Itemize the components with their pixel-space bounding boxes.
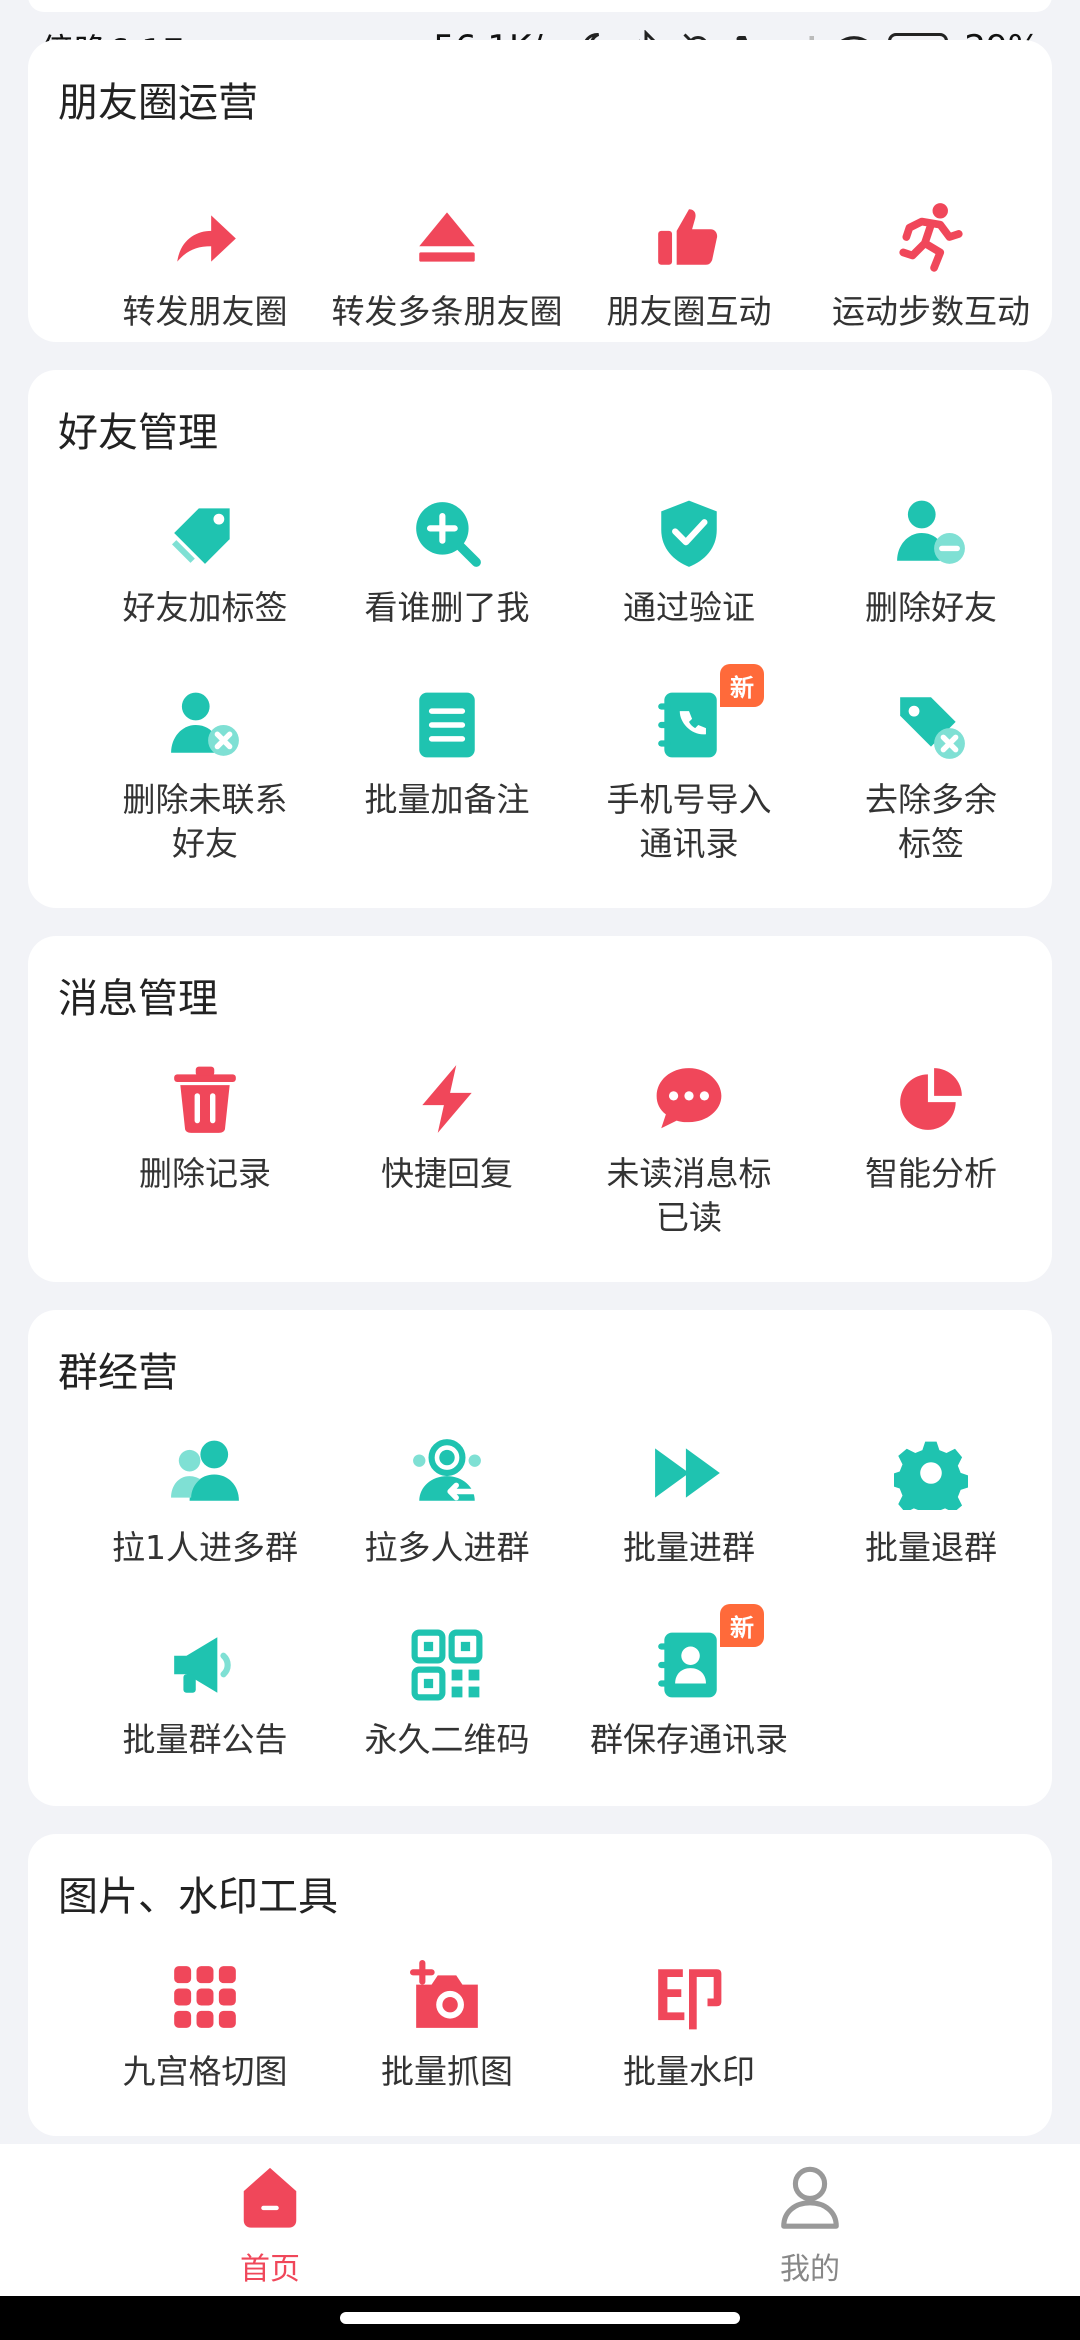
- contact-book-phone-icon: [658, 692, 717, 758]
- users-icon: [171, 1440, 239, 1501]
- tool-item[interactable]: 删除好友: [810, 496, 1052, 630]
- eject-icon: [419, 212, 475, 262]
- section-title: 朋友圈运营: [58, 80, 258, 126]
- tool-item[interactable]: 删除未联系 好友: [84, 688, 326, 866]
- previous-card: [28, 0, 1052, 12]
- zoom-plus-icon: [416, 502, 481, 567]
- section-messages: 消息管理 删除记录 快捷回复 未读消息标 已读 智能分析: [28, 936, 1052, 1282]
- tool-item[interactable]: 快捷回复: [326, 1062, 568, 1196]
- user-profile-icon: [781, 2166, 839, 2229]
- section-title: 群经营: [58, 1350, 178, 1396]
- tool-item[interactable]: 批量群公告: [84, 1628, 326, 1762]
- megaphone-icon: [174, 1637, 231, 1693]
- tool-item[interactable]: 批量进群: [568, 1436, 810, 1570]
- tool-item[interactable]: 智能分析: [810, 1062, 1052, 1196]
- running-icon: [899, 203, 963, 272]
- section-image-tools: 图片、水印工具 九宫格切图 批量抓图 批量水印: [28, 1834, 1052, 2136]
- section-title: 图片、水印工具: [58, 1874, 338, 1920]
- section-title: 好友管理: [58, 410, 218, 456]
- chat-bubble-icon: [656, 1068, 722, 1129]
- tool-item[interactable]: 删除记录: [84, 1062, 326, 1196]
- tool-item[interactable]: 运动步数互动: [810, 200, 1052, 334]
- user-group-arrow-icon: [413, 1439, 481, 1501]
- section-groups: 群经营 拉1人进多群 拉多人进群 批量进群 批量退群 批量群公告 永久二维码 新…: [28, 1310, 1052, 1806]
- tool-item[interactable]: 朋友圈互动: [568, 200, 810, 334]
- seal-icon: [658, 1969, 722, 2030]
- tool-item[interactable]: 九宫格切图: [84, 1960, 326, 2094]
- shield-check-icon: [661, 500, 717, 567]
- tool-item[interactable]: 未读消息标 已读: [568, 1062, 810, 1240]
- pie-chart-icon: [900, 1068, 962, 1130]
- section-friends: 好友管理 好友加标签 看谁删了我 通过验证 删除好友 删除未联系 好友 批量加备…: [28, 370, 1052, 908]
- tool-item[interactable]: 批量退群: [810, 1436, 1052, 1570]
- tool-item[interactable]: 拉1人进多群: [84, 1436, 326, 1570]
- user-x-icon: [171, 692, 239, 756]
- share-arrow-icon: [177, 215, 236, 262]
- tag-icon: [171, 508, 230, 564]
- tool-item[interactable]: 好友加标签: [84, 496, 326, 630]
- tool-item[interactable]: 批量水印: [568, 1960, 810, 2094]
- tool-item[interactable]: 转发多条朋友圈: [326, 200, 568, 334]
- tool-item[interactable]: 通过验证: [568, 496, 810, 630]
- home-icon: [243, 2167, 297, 2228]
- tool-item[interactable]: 拉多人进群: [326, 1436, 568, 1570]
- home-indicator[interactable]: [340, 2312, 740, 2324]
- lightning-icon: [422, 1065, 472, 1133]
- new-badge: 新: [720, 1604, 764, 1647]
- user-minus-icon: [897, 500, 965, 564]
- tool-item[interactable]: 永久二维码: [326, 1628, 568, 1762]
- contact-book-user-icon: [658, 1632, 717, 1698]
- qr-code-icon: [411, 1629, 483, 1701]
- tool-item[interactable]: 批量加备注: [326, 688, 568, 822]
- tool-item[interactable]: 转发朋友圈: [84, 200, 326, 334]
- tool-item[interactable]: 看谁删了我: [326, 496, 568, 630]
- fast-forward-icon: [655, 1448, 720, 1498]
- system-nav-bar: [0, 2296, 1080, 2340]
- tab-mine[interactable]: 我的: [540, 2144, 1080, 2296]
- thumbs-up-icon: [658, 209, 718, 265]
- camera-plus-icon: [410, 1960, 478, 2028]
- tool-item[interactable]: 新 手机号导入 通讯录: [568, 664, 810, 866]
- tool-item[interactable]: 去除多余 标签: [810, 688, 1052, 866]
- tool-item[interactable]: 批量抓图: [326, 1960, 568, 2094]
- nine-grid-icon: [174, 1966, 236, 2028]
- note-icon: [419, 692, 475, 758]
- trash-icon: [174, 1066, 236, 1133]
- gear-icon: [891, 1441, 970, 1520]
- new-badge: 新: [720, 664, 764, 707]
- section-moments: 朋友圈运营 转发朋友圈 转发多条朋友圈 朋友圈互动 运动步数互动: [28, 40, 1052, 342]
- section-title: 消息管理: [58, 976, 218, 1022]
- bottom-tab-bar: 首页 我的: [0, 2144, 1080, 2296]
- tag-x-icon: [900, 697, 965, 759]
- tool-item[interactable]: 新 群保存通讯录: [568, 1604, 810, 1762]
- tab-home[interactable]: 首页: [0, 2144, 540, 2296]
